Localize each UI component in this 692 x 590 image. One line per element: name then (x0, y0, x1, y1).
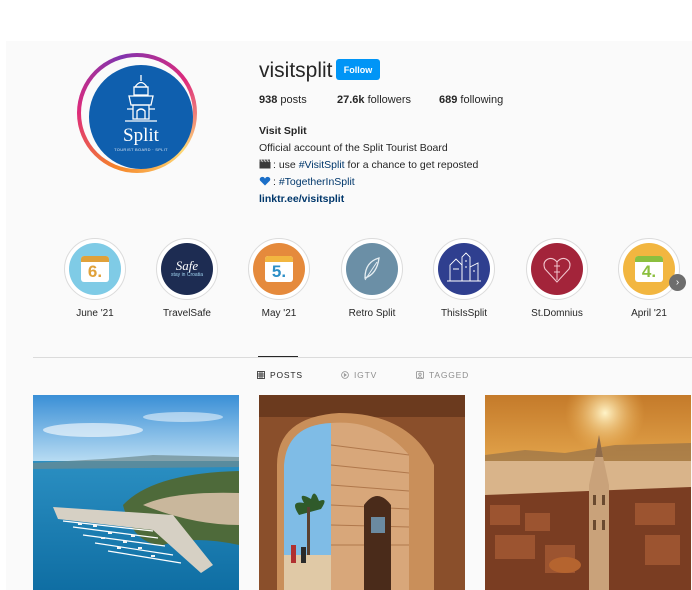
heart-tower-icon (543, 257, 571, 283)
tab-tagged-label: TAGGED (429, 370, 470, 380)
highlight-travelsafe[interactable]: Safe stay in Croatia TravelSafe (147, 238, 227, 319)
profile-avatar-story-ring[interactable]: Split TOURIST BOARD · SPLIT (77, 53, 197, 173)
follow-button[interactable]: Follow (336, 59, 380, 80)
highlight-retro-split[interactable]: Retro Split (332, 238, 412, 319)
bell-tower-logo-icon (125, 75, 157, 122)
post-thumbnail-sunset-tower[interactable] (485, 395, 691, 590)
calendar-number: 4. (641, 262, 657, 281)
story-highlights: 6. June '21 Safe stay in Croatia TravelS… (6, 238, 692, 328)
calendar-number: 5. (271, 262, 287, 281)
feather-quill-icon (364, 257, 380, 281)
active-tab-indicator (258, 356, 298, 357)
highlight-cover: 6. (69, 243, 121, 295)
highlight-art-title: Safe (175, 258, 199, 273)
calendar-icon: 5. (265, 256, 293, 282)
tab-posts-label: POSTS (270, 370, 303, 380)
following-count-label: following (457, 94, 504, 106)
followers-count-label: followers (364, 94, 411, 106)
following-count[interactable]: 689 following (439, 94, 503, 106)
bio-external-link[interactable]: linktr.ee/visitsplit (259, 191, 478, 208)
highlight-label: Retro Split (348, 308, 396, 319)
posts-count-value: 938 (259, 94, 278, 106)
highlight-label: June '21 (76, 308, 114, 319)
tabs-divider (33, 357, 692, 358)
highlight-label: TravelSafe (163, 308, 211, 319)
grid-icon (257, 371, 265, 379)
highlight-cover: 5. (253, 243, 305, 295)
posts-count-label: posts (277, 94, 307, 106)
highlight-cover (438, 243, 490, 295)
username: visitsplit (259, 59, 333, 82)
post-thumbnail-archway[interactable] (259, 395, 465, 590)
bio-line-description: Official account of the Split Tourist Bo… (259, 142, 448, 154)
highlights-next-button[interactable]: › (669, 274, 686, 291)
bio-repost-prefix: : use (273, 159, 299, 171)
highlight-label: April '21 (631, 308, 667, 319)
hashtag-togetherinsplit[interactable]: #TogetherInSplit (279, 176, 355, 188)
avatar-logo-subtext: TOURIST BOARD · SPLIT (114, 147, 168, 152)
tab-igtv-label: IGTV (354, 370, 378, 380)
highlight-st-domnius[interactable]: St.Domnius (517, 238, 597, 319)
highlight-may-21[interactable]: 5. May '21 (239, 238, 319, 319)
posts-count[interactable]: 938 posts (259, 94, 337, 106)
tagged-icon (416, 371, 424, 379)
chevron-right-icon: › (675, 277, 680, 288)
followers-count[interactable]: 27.6k followers (337, 94, 439, 106)
calendar-number: 6. (87, 262, 103, 281)
highlight-cover: Safe stay in Croatia (161, 243, 213, 295)
highlight-cover: 4. (623, 243, 675, 295)
profile-stats: 938 posts 27.6k followers 689 following (259, 94, 503, 106)
clapper-board-icon (259, 159, 271, 169)
tab-tagged[interactable]: TAGGED (416, 370, 469, 380)
post-thumbnail-marina[interactable] (33, 395, 239, 590)
highlight-june-21[interactable]: 6. June '21 (55, 238, 135, 319)
calendar-icon: 4. (635, 256, 663, 282)
highlight-art-subtitle: stay in Croatia (171, 272, 203, 278)
highlight-label: ThisIsSplit (440, 308, 488, 319)
bio-repost-suffix: for a chance to get reposted (344, 159, 479, 171)
highlight-cover (346, 243, 398, 295)
archway-photo (259, 395, 465, 590)
followers-count-value: 27.6k (337, 94, 365, 106)
highlight-cover (531, 243, 583, 295)
bio-line-together: : #TogetherInSplit (259, 174, 478, 191)
profile-page: Split TOURIST BOARD · SPLIT visitsplit F… (6, 41, 692, 590)
tab-posts[interactable]: POSTS (257, 370, 303, 380)
blue-heart-icon (259, 176, 271, 186)
avatar: Split TOURIST BOARD · SPLIT (89, 65, 193, 169)
highlight-thisissplit[interactable]: ThisIsSplit (424, 238, 504, 319)
igtv-icon (341, 371, 349, 379)
profile-full-name: Visit Split (259, 125, 307, 137)
calendar-icon: 6. (81, 256, 109, 282)
tab-igtv[interactable]: IGTV (341, 370, 377, 380)
marina-photo (33, 395, 239, 590)
following-count-value: 689 (439, 94, 458, 106)
sunset-tower-photo (485, 395, 691, 590)
highlight-label: May '21 (261, 308, 297, 319)
profile-bio: Visit Split Official account of the Spli… (259, 123, 478, 208)
hashtag-visitsplit[interactable]: #VisitSplit (299, 159, 345, 171)
highlight-label: St.Domnius (531, 308, 583, 319)
city-sketch-icon (447, 252, 481, 282)
bio-line-repost: : use #VisitSplit for a chance to get re… (259, 157, 478, 174)
avatar-logo-text: Split (123, 125, 159, 146)
